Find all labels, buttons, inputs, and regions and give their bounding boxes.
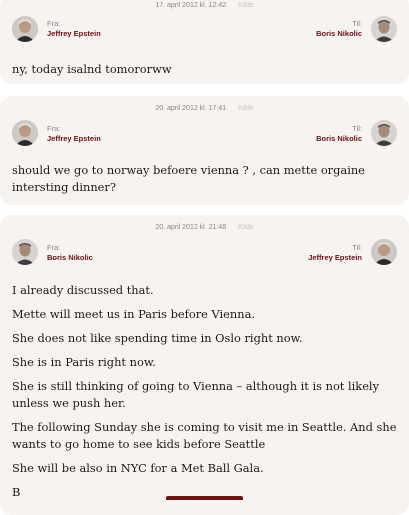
recipient-avatar [371,120,397,146]
to-label: Til: [352,19,362,28]
recipient-name: Boris Nikolic [316,29,362,38]
message-paragraph: should we go to norway befoere vienna ? … [12,163,365,194]
recipient-name: Jeffrey Epstein [308,253,362,262]
message-paragraph: The following Sunday she is coming to vi… [12,420,397,451]
message-meta: 17. april 2012 kl. 12:42 Kilde [0,2,409,9]
message-paragraph: I already discussed that. [12,283,154,297]
sender-info: Fra: Boris Nikolic [47,243,93,263]
recipient-info: Til: Boris Nikolic [316,124,362,144]
sender-avatar [12,239,38,265]
scroll-indicator[interactable] [166,496,243,500]
message-paragraph: She does not like spending time in Oslo … [12,331,303,345]
sender-avatar [12,16,38,42]
recipient-info: Til: Boris Nikolic [316,19,362,39]
message-timestamp: 20. april 2012 kl. 17:41 [155,105,227,112]
recipient-avatar [371,16,397,42]
message-card: 17. april 2012 kl. 12:42 Kilde Fra: Jeff… [0,0,409,84]
source-link[interactable]: Kilde [238,2,254,9]
recipient-avatar [371,239,397,265]
source-link[interactable]: Kilde [238,224,254,231]
message-meta: 20. april 2012 kl. 21:48 Kilde [0,224,409,231]
sender-info: Fra: Jeffrey Epstein [47,124,101,144]
from-label: Fra: [47,124,61,133]
sender-avatar [12,120,38,146]
message-paragraph: She will be also in NYC for a Met Ball G… [12,461,264,475]
recipient-info: Til: Jeffrey Epstein [308,243,362,263]
from-label: Fra: [47,243,61,252]
message-meta: 20. april 2012 kl. 17:41 Kilde [0,105,409,112]
from-label: Fra: [47,19,61,28]
message-timestamp: 17. april 2012 kl. 12:42 [155,2,227,9]
sender-name: Jeffrey Epstein [47,134,101,143]
message-body: I already discussed that. Mette will mee… [12,282,397,508]
source-link[interactable]: Kilde [238,105,254,112]
message-body: should we go to norway befoere vienna ? … [12,162,397,203]
to-label: Til: [352,243,362,252]
sender-info: Fra: Jeffrey Epstein [47,19,101,39]
sender-name: Jeffrey Epstein [47,29,101,38]
message-card: 20. april 2012 kl. 17:41 Kilde Fra: Jeff… [0,96,409,205]
recipient-name: Boris Nikolic [316,134,362,143]
message-timestamp: 20. april 2012 kl. 21:48 [155,224,227,231]
message-paragraph: Mette will meet us in Paris before Vienn… [12,307,256,321]
message-paragraph: She is in Paris right now. [12,355,156,369]
message-card: 20. april 2012 kl. 21:48 Kilde Fra: Bori… [0,215,409,515]
message-paragraph: She is still thinking of going to Vienna… [12,379,380,410]
sender-name: Boris Nikolic [47,253,93,262]
message-body: ny, today isalnd tomororww [12,61,397,85]
to-label: Til: [352,124,362,133]
message-paragraph: ny, today isalnd tomororww [12,62,172,76]
